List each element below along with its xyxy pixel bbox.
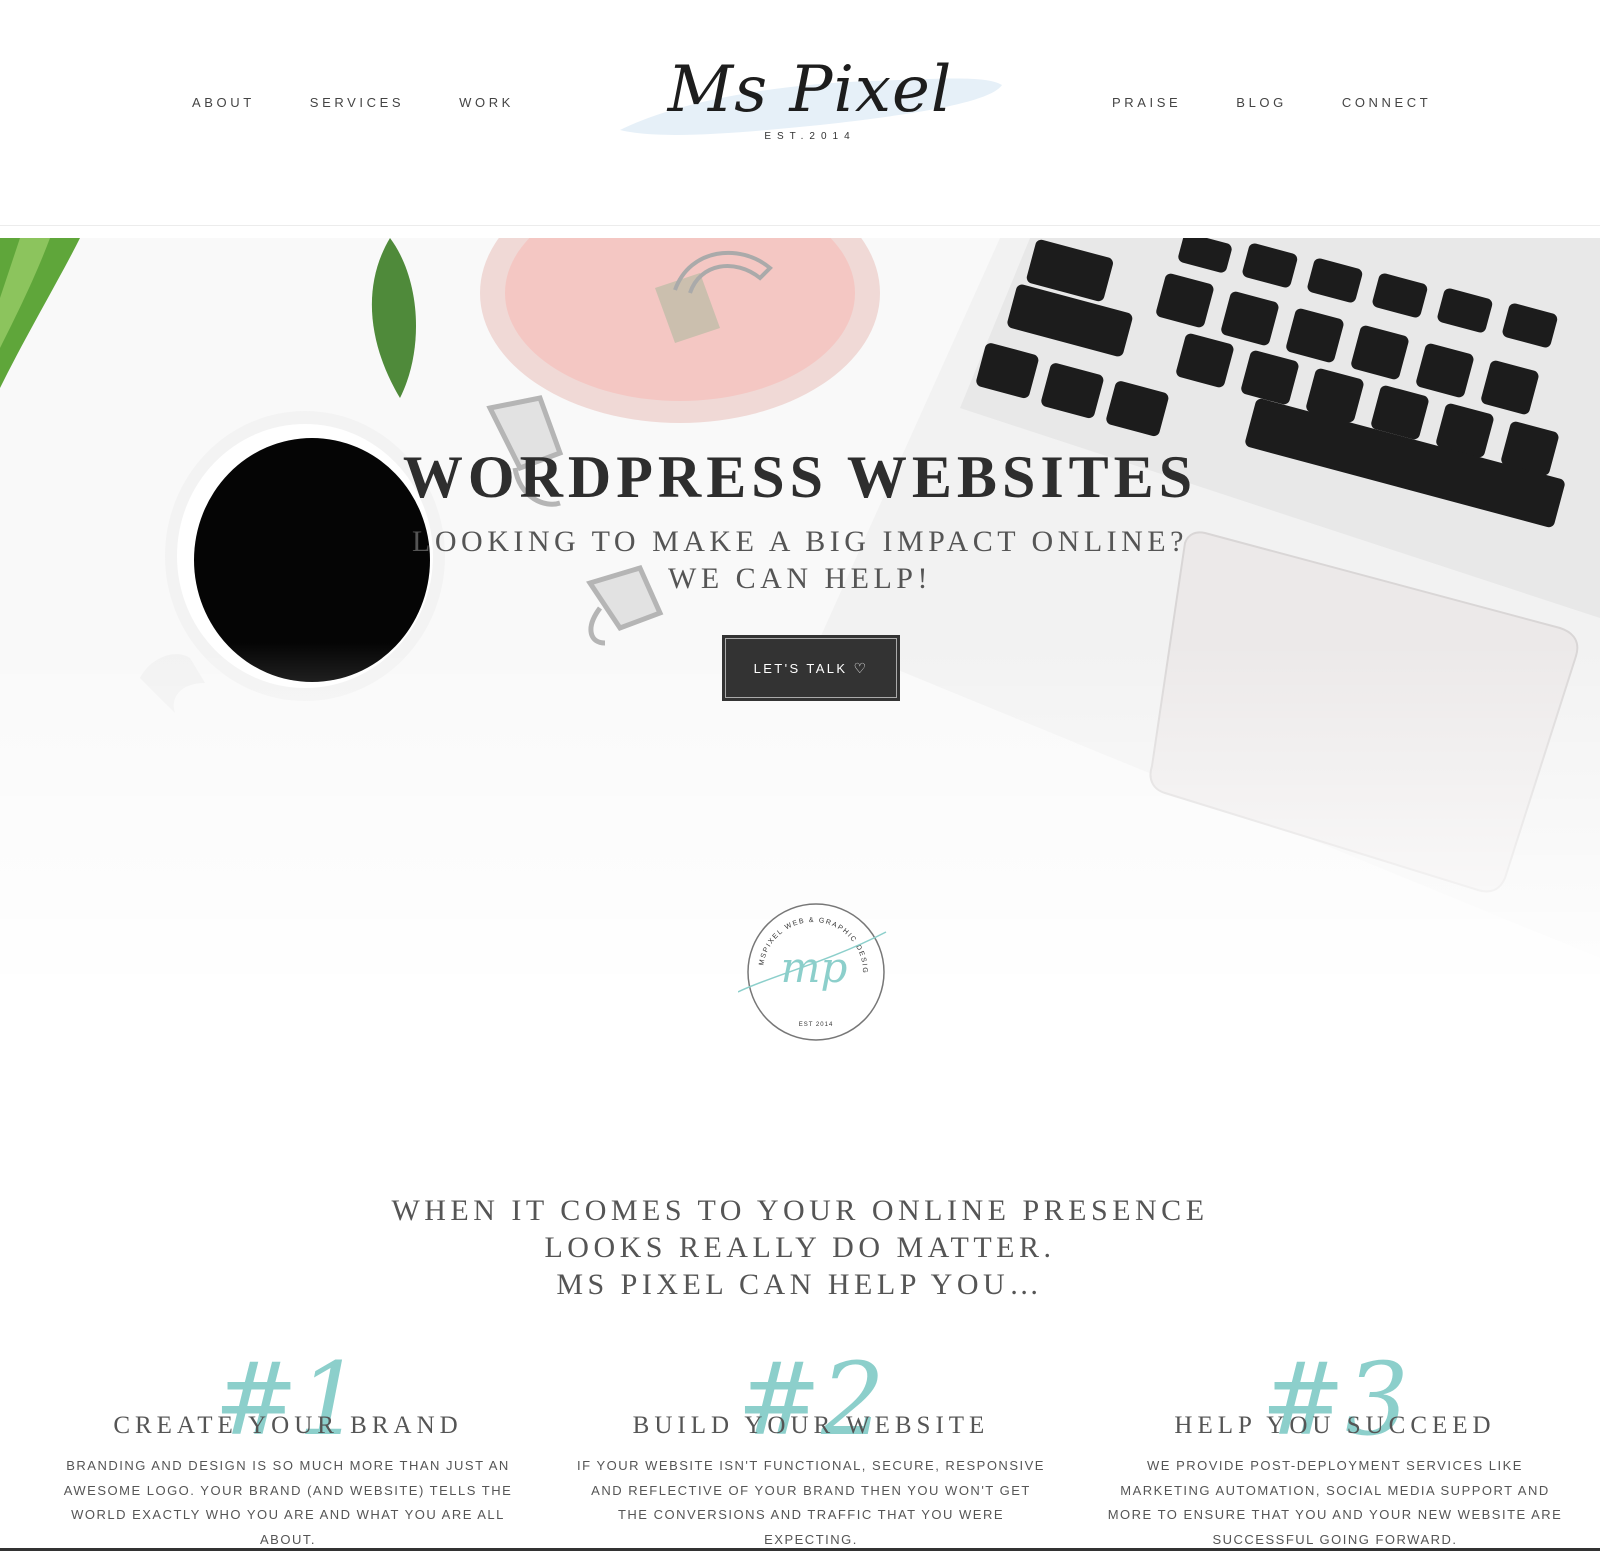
nav-work[interactable]: Work (459, 95, 514, 110)
hero-background-image (0, 238, 1600, 974)
intro-line1: WHEN IT COMES TO YOUR ONLINE PRESENCE (391, 1194, 1209, 1227)
logo-script: Ms Pixel (667, 53, 953, 127)
nav-praise[interactable]: Praise (1112, 95, 1181, 110)
heart-outline-icon: ♡ (853, 659, 869, 676)
site-logo[interactable]: Ms Pixel EST.2014 (610, 45, 1010, 155)
service-title: BUILD YOUR WEBSITE (632, 1412, 990, 1439)
nav-blog[interactable]: Blog (1236, 95, 1287, 110)
primary-nav-right: Praise Blog Connect (1112, 95, 1431, 110)
hero-section: WORDPRESS WEBSITES LOOKING TO MAKE A BIG… (0, 238, 1600, 974)
hero-title: WORDPRESS WEBSITES (402, 444, 1198, 510)
intro-line3: MS PIXEL CAN HELP YOU… (556, 1268, 1044, 1301)
intro-heading: WHEN IT COMES TO YOUR ONLINE PRESENCE LO… (0, 1192, 1600, 1303)
intro-line2: LOOKS REALLY DO MATTER. (544, 1231, 1056, 1264)
brand-badge: MSPIXEL WEB & GRAPHIC DESIGN mp EST 2014 (735, 892, 888, 1047)
nav-services[interactable]: Services (310, 95, 404, 110)
service-description: If your website isn't functional, secure… (577, 1458, 1045, 1547)
service-title: HELP YOU SUCCEED (1174, 1412, 1496, 1439)
badge-emblem: MSPIXEL WEB & GRAPHIC DESIGN mp EST 2014 (735, 892, 887, 1041)
site-header: About Services Work Ms Pixel EST.2014 Pr… (0, 0, 1600, 226)
logo-est: EST.2014 (764, 131, 856, 142)
nav-about[interactable]: About (192, 95, 255, 110)
service-title: CREATE YOUR BRAND (113, 1412, 463, 1439)
hero-subtitle-line1: LOOKING TO MAKE A BIG IMPACT ONLINE? (412, 525, 1188, 558)
hero-subtitle: LOOKING TO MAKE A BIG IMPACT ONLINE? WE … (0, 523, 1600, 597)
primary-nav-left: About Services Work (192, 95, 514, 110)
service-description: We provide post-deployment services like… (1107, 1458, 1563, 1547)
badge-est: EST 2014 (799, 1022, 834, 1028)
lets-talk-button[interactable]: LET'S TALK ♡ (722, 635, 900, 701)
badge-monogram: mp (781, 943, 848, 992)
lets-talk-label: LET'S TALK (753, 660, 848, 676)
hero-subtitle-line2: WE CAN HELP! (668, 562, 932, 595)
nav-connect[interactable]: Connect (1342, 95, 1431, 110)
service-description: Branding and design is so much more than… (63, 1458, 513, 1547)
